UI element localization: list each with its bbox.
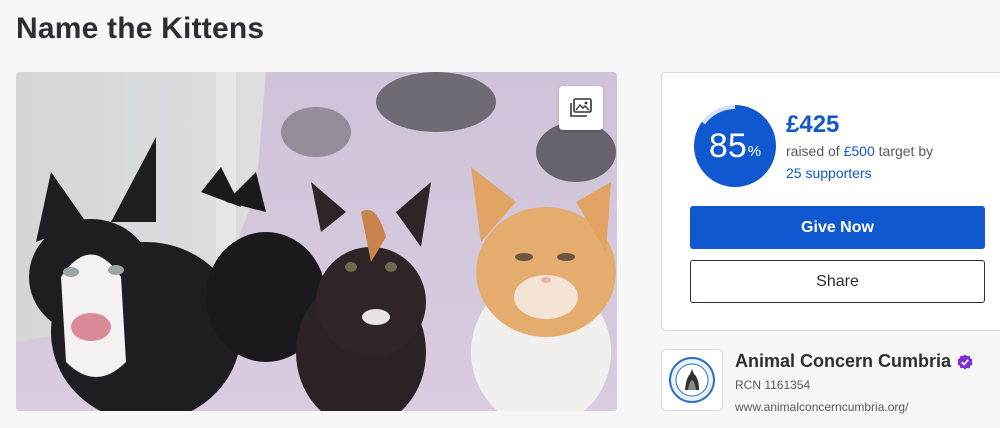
progress-percent: 85 xyxy=(708,127,747,165)
charity-name-row: Animal Concern Cumbria xyxy=(735,351,973,372)
give-now-button[interactable]: Give Now xyxy=(690,206,985,249)
verified-badge-icon xyxy=(957,354,973,370)
amount-raised: £425 xyxy=(786,111,840,138)
charity-name[interactable]: Animal Concern Cumbria xyxy=(735,351,951,372)
donation-card: 85 % £425 raised of £500 target by 25 su… xyxy=(661,72,1000,331)
view-gallery-button[interactable] xyxy=(559,86,603,130)
charity-logo[interactable] xyxy=(661,349,723,411)
raised-target-line: raised of £500 target by xyxy=(786,143,933,159)
kittens-photo-art xyxy=(16,72,617,411)
kittens-photo[interactable] xyxy=(16,72,617,411)
progress-percent-sign: % xyxy=(747,142,762,160)
share-button[interactable]: Share xyxy=(690,260,985,303)
charity-rcn: RCN 1161354 xyxy=(735,378,811,392)
progress-ring: 85 % xyxy=(694,105,776,187)
raised-prefix: raised of xyxy=(786,143,840,159)
fundraiser-page: Name the Kittens 85 % £425 raised of £50… xyxy=(0,0,1000,428)
charity-website-link[interactable]: www.animalconcerncumbria.org/ xyxy=(735,400,908,414)
raised-suffix: target by xyxy=(878,143,934,159)
supporters-link[interactable]: 25 supporters xyxy=(786,165,872,181)
page-title: Name the Kittens xyxy=(16,12,265,45)
charity-logo-icon xyxy=(669,357,715,403)
image-gallery-icon xyxy=(570,98,592,117)
target-amount: £500 xyxy=(843,143,875,159)
